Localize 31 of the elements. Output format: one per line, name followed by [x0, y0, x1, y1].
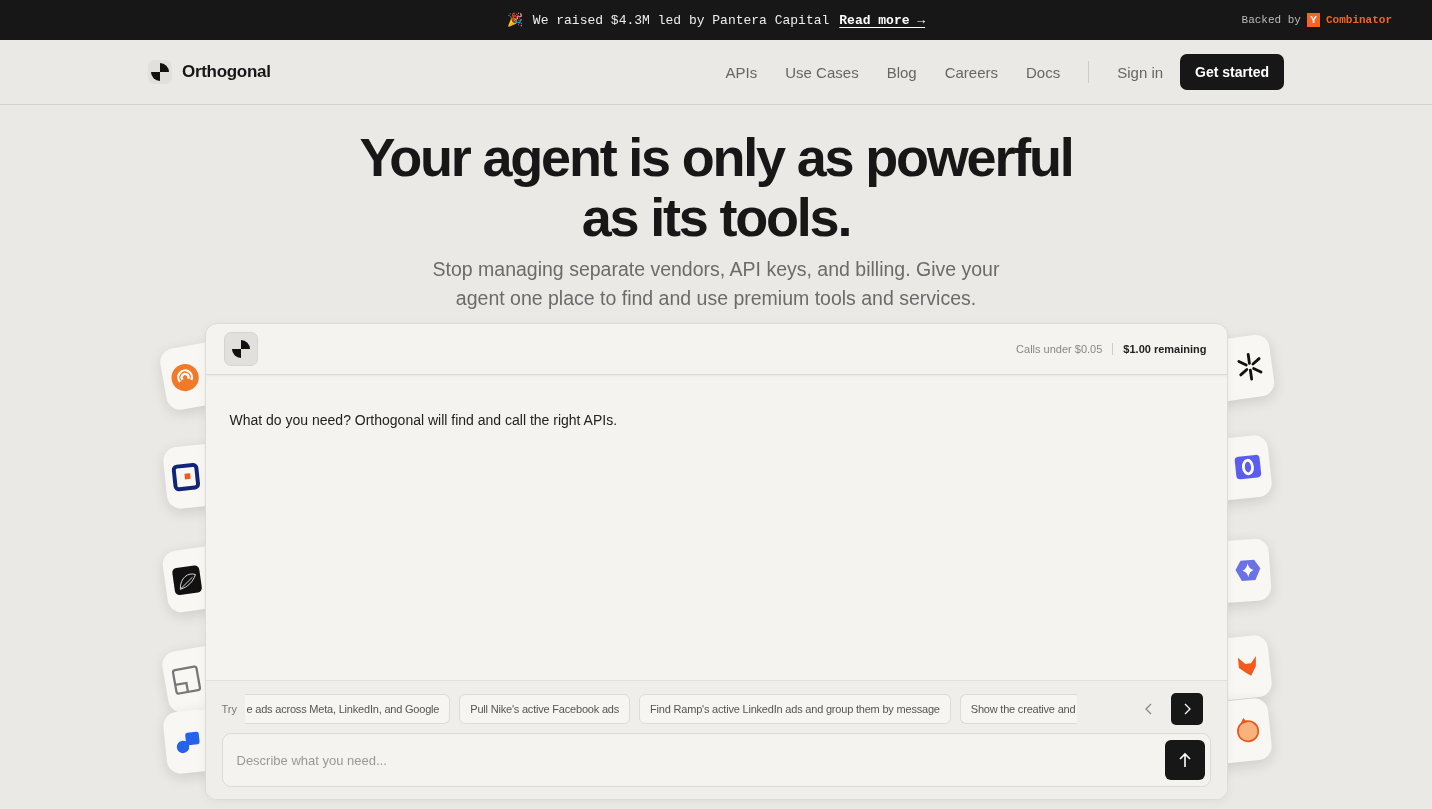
balance-text: $1.00 remaining	[1123, 343, 1207, 355]
partner-name: Combinator	[1326, 14, 1392, 26]
try-label: Try	[221, 703, 238, 715]
nav-link[interactable]: Docs	[1026, 63, 1061, 81]
party-emoji-icon: 🎉	[506, 12, 523, 28]
brand-name[interactable]: Orthogonal	[182, 62, 271, 82]
get-started-button[interactable]: Get started	[1180, 54, 1284, 90]
suggestion-chip[interactable]: Find Ramp's active LinkedIn ads and group them by message	[639, 694, 951, 724]
sign-in-link[interactable]: Sign in	[1117, 63, 1164, 81]
send-button[interactable]	[1164, 740, 1205, 780]
logo-icon	[150, 62, 170, 82]
nav-link[interactable]: APIs	[725, 63, 758, 81]
suggestion-chip[interactable]: e ads across Meta, LinkedIn, and Google	[244, 694, 451, 724]
prompt-text: What do you need? Orthogonal will find and call the right APIs.	[229, 412, 618, 428]
y-badge: Y	[1307, 13, 1320, 27]
pricing-note: Calls under $0.05	[1016, 343, 1103, 355]
arrow-up-icon	[1177, 752, 1192, 768]
announcement-text: We raised $4.3M led by Pantera Capital	[532, 12, 830, 28]
read-more-link[interactable]: Read more →	[839, 12, 926, 28]
nav-link[interactable]: Blog	[886, 63, 917, 81]
nav-link[interactable]: Careers	[944, 63, 998, 81]
suggestion-chip[interactable]: Pull Nike's active Facebook ads	[459, 694, 631, 724]
chevron-left-icon[interactable]	[1143, 703, 1154, 715]
request-input[interactable]: Describe what you need...	[221, 733, 1211, 787]
hero-subtitle: Stop managing separate vendors, API keys, and billing. Give your agent one place to find and use premium tools and services.	[431, 257, 1001, 311]
hero-title: Your agent is only as powerful as its tools.	[358, 127, 1074, 247]
next-button[interactable]	[1170, 693, 1203, 725]
logo-icon	[230, 339, 251, 359]
backed-by-label: Backed by	[1241, 14, 1301, 26]
nav-link[interactable]: Use Cases	[785, 63, 859, 81]
suggestion-chip[interactable]: Show the creative and	[959, 694, 1078, 724]
